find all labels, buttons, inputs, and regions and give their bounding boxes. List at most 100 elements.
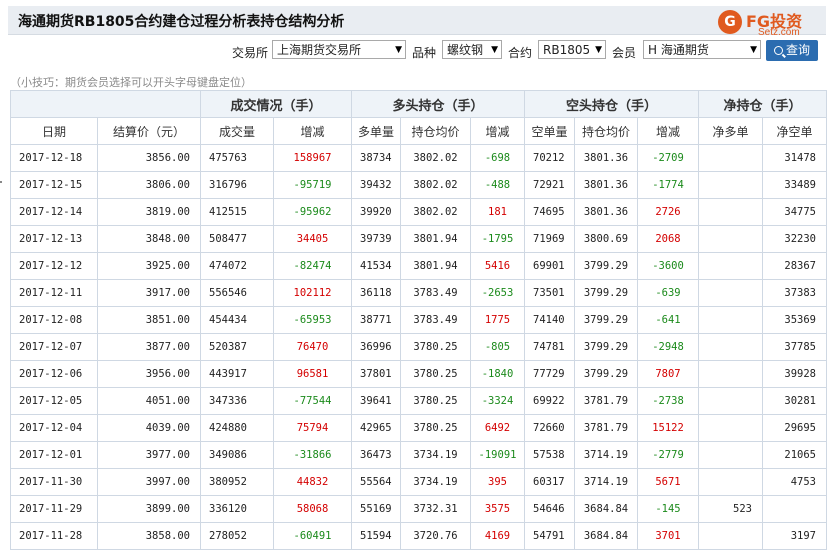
table-row: 2017-12-11 3917.00 556546 102112 36118 3783.4… bbox=[10, 279, 827, 307]
column-header-short-change: 增减 bbox=[637, 117, 699, 145]
cell-long-change: -488 bbox=[470, 171, 525, 199]
cell-long-avg: 3780.25 bbox=[400, 333, 471, 361]
cell-long-avg: 3801.94 bbox=[400, 225, 471, 253]
cell-short-change: -2709 bbox=[637, 144, 699, 172]
table-group-header-row: 成交情况（手） 多头持仓（手） 空头持仓（手） 净持仓（手） bbox=[10, 90, 827, 118]
table-body: 2017-12-18 3856.00 475763 158967 38734 3802.0… bbox=[10, 144, 827, 550]
variety-select[interactable]: 螺纹钢 ▼ bbox=[442, 40, 502, 59]
cell-net-long bbox=[698, 225, 763, 253]
cell-net-short bbox=[762, 495, 827, 523]
table-row: 2017-11-29 3899.00 336120 58068 55169 3732.31… bbox=[10, 495, 827, 523]
column-header-date: 日期 bbox=[10, 117, 98, 145]
cell-short-change: -2948 bbox=[637, 333, 699, 361]
cell-volume: 412515 bbox=[200, 198, 274, 226]
cell-long-avg: 3783.49 bbox=[400, 279, 471, 307]
cell-short-qty: 57538 bbox=[524, 441, 575, 469]
member-label: 会员 bbox=[612, 46, 637, 60]
cell-long-qty: 51594 bbox=[351, 522, 401, 550]
cell-short-avg: 3684.84 bbox=[574, 522, 638, 550]
cell-volume-change: 96581 bbox=[273, 360, 352, 388]
cell-volume: 475763 bbox=[200, 144, 274, 172]
cell-short-change: -641 bbox=[637, 306, 699, 334]
cell-net-short: 29695 bbox=[762, 414, 827, 442]
cell-volume: 508477 bbox=[200, 225, 274, 253]
cell-long-change: 395 bbox=[470, 468, 525, 496]
contract-select[interactable]: RB1805 ▼ bbox=[538, 40, 606, 59]
cell-net-long bbox=[698, 360, 763, 388]
column-header-volume: 成交量 bbox=[200, 117, 274, 145]
variety-label: 品种 bbox=[412, 46, 437, 60]
cell-long-change: 3575 bbox=[470, 495, 525, 523]
cell-long-qty: 36996 bbox=[351, 333, 401, 361]
cell-short-change: -3600 bbox=[637, 252, 699, 280]
column-header-long-change: 增减 bbox=[470, 117, 525, 145]
cell-net-short: 30281 bbox=[762, 387, 827, 415]
cell-date: 2017-12-04 bbox=[10, 414, 98, 442]
cell-short-avg: 3799.29 bbox=[574, 306, 638, 334]
cell-volume: 474072 bbox=[200, 252, 274, 280]
cell-volume: 454434 bbox=[200, 306, 274, 334]
cell-long-avg: 3734.19 bbox=[400, 441, 471, 469]
table-row: 2017-12-18 3856.00 475763 158967 38734 3802.0… bbox=[10, 144, 827, 172]
cell-short-avg: 3799.29 bbox=[574, 360, 638, 388]
table-row: 2017-12-04 4039.00 424880 75794 42965 3780.25… bbox=[10, 414, 827, 442]
column-header-net-long: 净多单 bbox=[698, 117, 763, 145]
page-edge-marker bbox=[0, 181, 2, 183]
cell-net-long bbox=[698, 441, 763, 469]
member-select[interactable]: H 海通期货 ▼ bbox=[643, 40, 761, 59]
table-row: 2017-11-30 3997.00 380952 44832 55564 3734.19… bbox=[10, 468, 827, 496]
table-row: 2017-12-15 3806.00 316796 -95719 39432 3802.0… bbox=[10, 171, 827, 199]
cell-short-avg: 3799.29 bbox=[574, 333, 638, 361]
cell-short-qty: 73501 bbox=[524, 279, 575, 307]
cell-long-change: -698 bbox=[470, 144, 525, 172]
cell-short-change: -2779 bbox=[637, 441, 699, 469]
column-header-volume-change: 增减 bbox=[273, 117, 352, 145]
cell-long-qty: 39432 bbox=[351, 171, 401, 199]
cell-long-change: -1795 bbox=[470, 225, 525, 253]
cell-short-qty: 54791 bbox=[524, 522, 575, 550]
cell-short-change: -145 bbox=[637, 495, 699, 523]
cell-short-avg: 3714.19 bbox=[574, 441, 638, 469]
cell-settle-price: 3956.00 bbox=[97, 360, 201, 388]
cell-net-short: 28367 bbox=[762, 252, 827, 280]
cell-long-qty: 55564 bbox=[351, 468, 401, 496]
cell-short-qty: 70212 bbox=[524, 144, 575, 172]
cell-volume: 424880 bbox=[200, 414, 274, 442]
cell-short-avg: 3800.69 bbox=[574, 225, 638, 253]
cell-volume-change: 44832 bbox=[273, 468, 352, 496]
table-row: 2017-12-13 3848.00 508477 34405 39739 3801.94… bbox=[10, 225, 827, 253]
query-button[interactable]: 查询 bbox=[766, 40, 818, 61]
cell-volume: 380952 bbox=[200, 468, 274, 496]
exchange-select[interactable]: 上海期货交易所 ▼ bbox=[272, 40, 406, 59]
column-header-long-qty: 多单量 bbox=[351, 117, 401, 145]
cell-net-long bbox=[698, 171, 763, 199]
chevron-down-icon: ▼ bbox=[491, 45, 498, 55]
cell-date: 2017-11-29 bbox=[10, 495, 98, 523]
cell-volume: 316796 bbox=[200, 171, 274, 199]
cell-long-qty: 55169 bbox=[351, 495, 401, 523]
brand-logo[interactable]: G 登录 FG投资 Setz.com bbox=[716, 6, 826, 40]
search-icon bbox=[773, 46, 783, 55]
cell-date: 2017-12-08 bbox=[10, 306, 98, 334]
cell-net-short: 32230 bbox=[762, 225, 827, 253]
cell-settle-price: 3877.00 bbox=[97, 333, 201, 361]
cell-net-long bbox=[698, 144, 763, 172]
table-row: 2017-11-28 3858.00 278052 -60491 51594 3720.7… bbox=[10, 522, 827, 550]
cell-short-qty: 60317 bbox=[524, 468, 575, 496]
cell-long-avg: 3783.49 bbox=[400, 306, 471, 334]
query-button-label: 查询 bbox=[785, 43, 810, 57]
cell-net-long bbox=[698, 414, 763, 442]
cell-volume: 278052 bbox=[200, 522, 274, 550]
cell-settle-price: 3899.00 bbox=[97, 495, 201, 523]
cell-net-short: 4753 bbox=[762, 468, 827, 496]
cell-short-avg: 3801.36 bbox=[574, 171, 638, 199]
chevron-down-icon: ▼ bbox=[750, 45, 757, 55]
cell-long-avg: 3801.94 bbox=[400, 252, 471, 280]
cell-short-qty: 74695 bbox=[524, 198, 575, 226]
cell-net-short: 3197 bbox=[762, 522, 827, 550]
cell-volume: 336120 bbox=[200, 495, 274, 523]
cell-date: 2017-12-06 bbox=[10, 360, 98, 388]
cell-short-change: 2068 bbox=[637, 225, 699, 253]
cell-short-avg: 3801.36 bbox=[574, 198, 638, 226]
cell-settle-price: 4051.00 bbox=[97, 387, 201, 415]
